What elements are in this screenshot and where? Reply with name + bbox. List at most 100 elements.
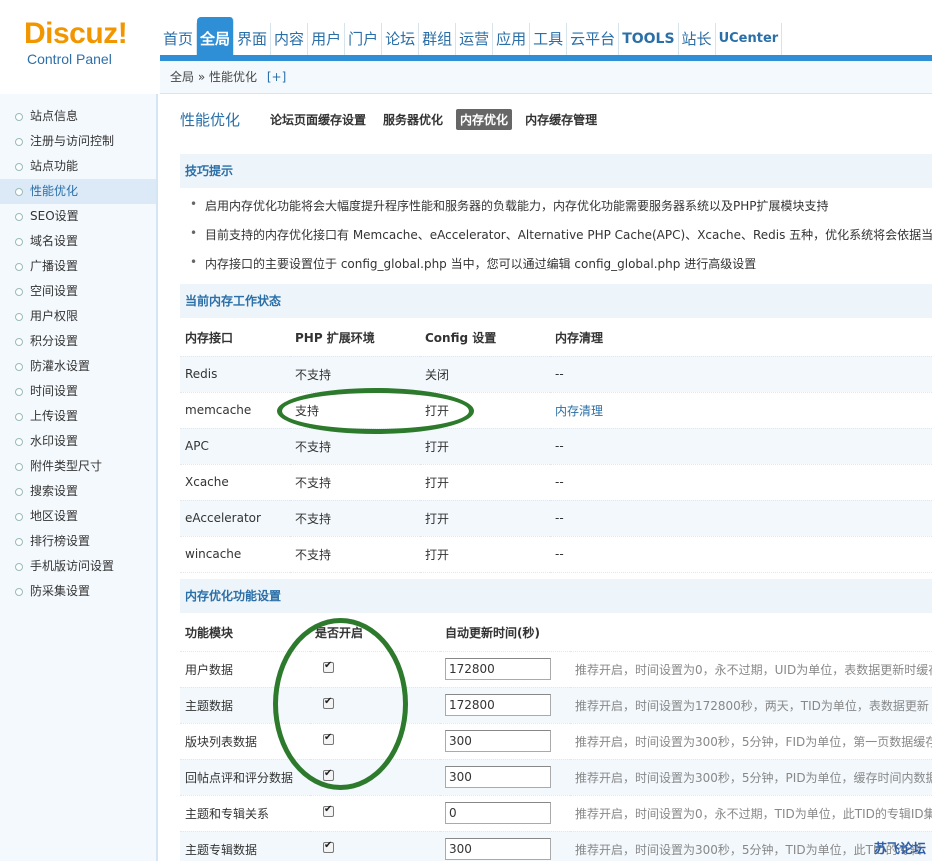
memory-clean-cell: -- [550,428,932,465]
top-nav-item[interactable]: UCenter [716,23,783,55]
ext-status: 不支持 [290,356,420,393]
top-nav-item[interactable]: 全局 [197,17,235,55]
sidebar-item[interactable]: 防灌水设置 [0,354,156,379]
sidebar-item[interactable]: 站点信息 [0,104,156,129]
add-favorite-button[interactable]: [+] [267,70,286,84]
interface-name: APC [180,428,290,465]
config-status: 打开 [420,392,550,429]
top-nav-item[interactable]: 用户 [308,23,346,55]
column-header [570,615,932,652]
top-nav-item[interactable]: 论坛 [382,23,420,55]
top-nav-item[interactable]: 应用 [493,23,531,55]
sidebar-item[interactable]: 地区设置 [0,504,156,529]
table-header-row: 功能模块 是否开启 自动更新时间(秒) [180,615,932,652]
header: Discuz! Control Panel 首页 全局 界面 内容 用户 门户 论坛 群组 运营… [0,0,932,67]
sidebar-item[interactable]: 搜索设置 [0,479,156,504]
sub-tab[interactable]: 服务器优化 [379,109,447,130]
memory-clean-cell: -- [550,536,932,573]
table-row: Xcache 不支持 打开 -- [180,464,932,501]
sidebar-item[interactable]: 域名设置 [0,229,156,254]
optimization-title: 内存优化功能设置 [180,579,932,613]
top-nav-item[interactable]: 云平台 [567,23,620,55]
time-cell [440,687,570,724]
sidebar-item[interactable]: 附件类型尺寸 [0,454,156,479]
module-name: 主题和专辑关系 [180,795,310,832]
update-time-input[interactable] [445,694,551,716]
update-time-input[interactable] [445,766,551,788]
enabled-checkbox[interactable] [323,768,334,781]
table-row: 主题专辑数据推荐开启，时间设置为300秒，5分钟，TID为单位，此TID的专辑 [180,831,932,861]
page-header: 性能优化 论坛页面缓存设置 服务器优化 内存优化 内存缓存管理 [180,109,610,130]
top-nav-item[interactable]: 群组 [419,23,457,55]
config-status: 打开 [420,536,550,573]
column-header: 自动更新时间(秒) [440,615,570,652]
module-note: 推荐开启，时间设置为0，永不过期，TID为单位，此TID的专辑ID集 [570,795,932,832]
enabled-checkbox[interactable] [323,732,334,745]
sidebar-item[interactable]: 水印设置 [0,429,156,454]
table-row: 版块列表数据 推荐开启，时间设置为300秒，5分钟，FID为单位，第一页数据缓存 [180,723,932,760]
top-nav-item[interactable]: 运营 [456,23,494,55]
ext-status: 不支持 [290,428,420,465]
top-nav: 首页 全局 界面 内容 用户 门户 论坛 群组 运营 应用 工具 云平台 TOOLS 站长 UCenter [160,17,783,55]
top-nav-item[interactable]: 界面 [234,23,272,55]
sidebar-item[interactable]: SEO设置 [0,204,156,229]
interface-name: Xcache [180,464,290,501]
table-row: eAccelerator 不支持 打开 -- [180,500,932,537]
config-status: 关闭 [420,356,550,393]
sidebar-menu: 站点信息 注册与访问控制 站点功能 性能优化 SEO设置 域名设置 广播设置 空间设置 用户权限… [0,94,156,604]
enabled-checkbox[interactable] [323,660,334,673]
table-row: 回帖点评和评分数据 推荐开启，时间设置为300秒，5分钟，PID为单位，缓存时间内… [180,759,932,796]
top-nav-item[interactable]: 首页 [160,23,198,55]
config-status: 打开 [420,428,550,465]
time-cell [440,723,570,760]
sidebar-item[interactable]: 积分设置 [0,329,156,354]
interface-name: Redis [180,356,290,393]
sub-tab[interactable]: 内存缓存管理 [521,109,601,130]
sidebar-item[interactable]: 时间设置 [0,379,156,404]
tip-item: 目前支持的内存优化接口有 Memcache、eAccelerator、Alter… [190,226,932,243]
enabled-checkbox[interactable] [323,696,334,709]
sub-tab[interactable]: 内存优化 [456,109,513,130]
sub-tab[interactable]: 论坛页面缓存设置 [266,109,370,130]
module-name: 主题专辑数据 [180,831,310,861]
top-nav-item[interactable]: 工具 [530,23,568,55]
module-name: 版块列表数据 [180,723,310,760]
ext-status: 不支持 [290,536,420,573]
sidebar-item[interactable]: 站点功能 [0,154,156,179]
memory-clean-link[interactable]: 内存清理 [550,392,932,429]
update-time-input[interactable] [445,838,551,860]
column-header: 功能模块 [180,615,310,652]
sidebar-item[interactable]: 性能优化 [0,179,156,204]
sidebar-item[interactable]: 手机版访问设置 [0,554,156,579]
update-time-input[interactable] [445,658,551,680]
sidebar-item[interactable]: 注册与访问控制 [0,129,156,154]
enabled-cell [310,651,440,688]
watermark: 苏飞论坛 [873,842,926,857]
ext-status: 不支持 [290,500,420,537]
top-nav-item[interactable]: 站长 [679,23,716,55]
table-row: APC 不支持 打开 -- [180,428,932,465]
breadcrumb-root[interactable]: 全局 [170,70,194,84]
sidebar-item[interactable]: 排行榜设置 [0,529,156,554]
time-cell [440,795,570,832]
top-nav-item[interactable]: TOOLS [619,23,679,55]
sidebar-item[interactable]: 防采集设置 [0,579,156,604]
ext-status: 不支持 [290,464,420,501]
update-time-input[interactable] [445,730,551,752]
optimization-table: 功能模块是否开启自动更新时间(秒) 用户数据 推荐开启，时间设置为0，永不过期，U… [180,615,932,861]
logo[interactable]: Discuz! Control Panel [24,18,134,68]
sidebar-item[interactable]: 空间设置 [0,279,156,304]
sidebar-item[interactable]: 上传设置 [0,404,156,429]
tip-item: 内存接口的主要设置位于 config_global.php 当中，您可以通过编辑… [190,255,756,272]
memory-clean-cell: -- [550,356,932,393]
top-nav-item[interactable]: 内容 [271,23,309,55]
enabled-checkbox[interactable] [323,804,334,817]
sidebar-item[interactable]: 用户权限 [0,304,156,329]
top-nav-item[interactable]: 门户 [345,23,383,55]
update-time-input[interactable] [445,802,551,824]
logo-subtitle: Control Panel [27,51,112,67]
table-row: Redis 不支持 关闭 -- [180,356,932,393]
sidebar-item[interactable]: 广播设置 [0,254,156,279]
table-row: 用户数据 推荐开启，时间设置为0，永不过期，UID为单位，表数据更新时缓存 [180,651,932,688]
enabled-checkbox[interactable] [323,840,334,853]
